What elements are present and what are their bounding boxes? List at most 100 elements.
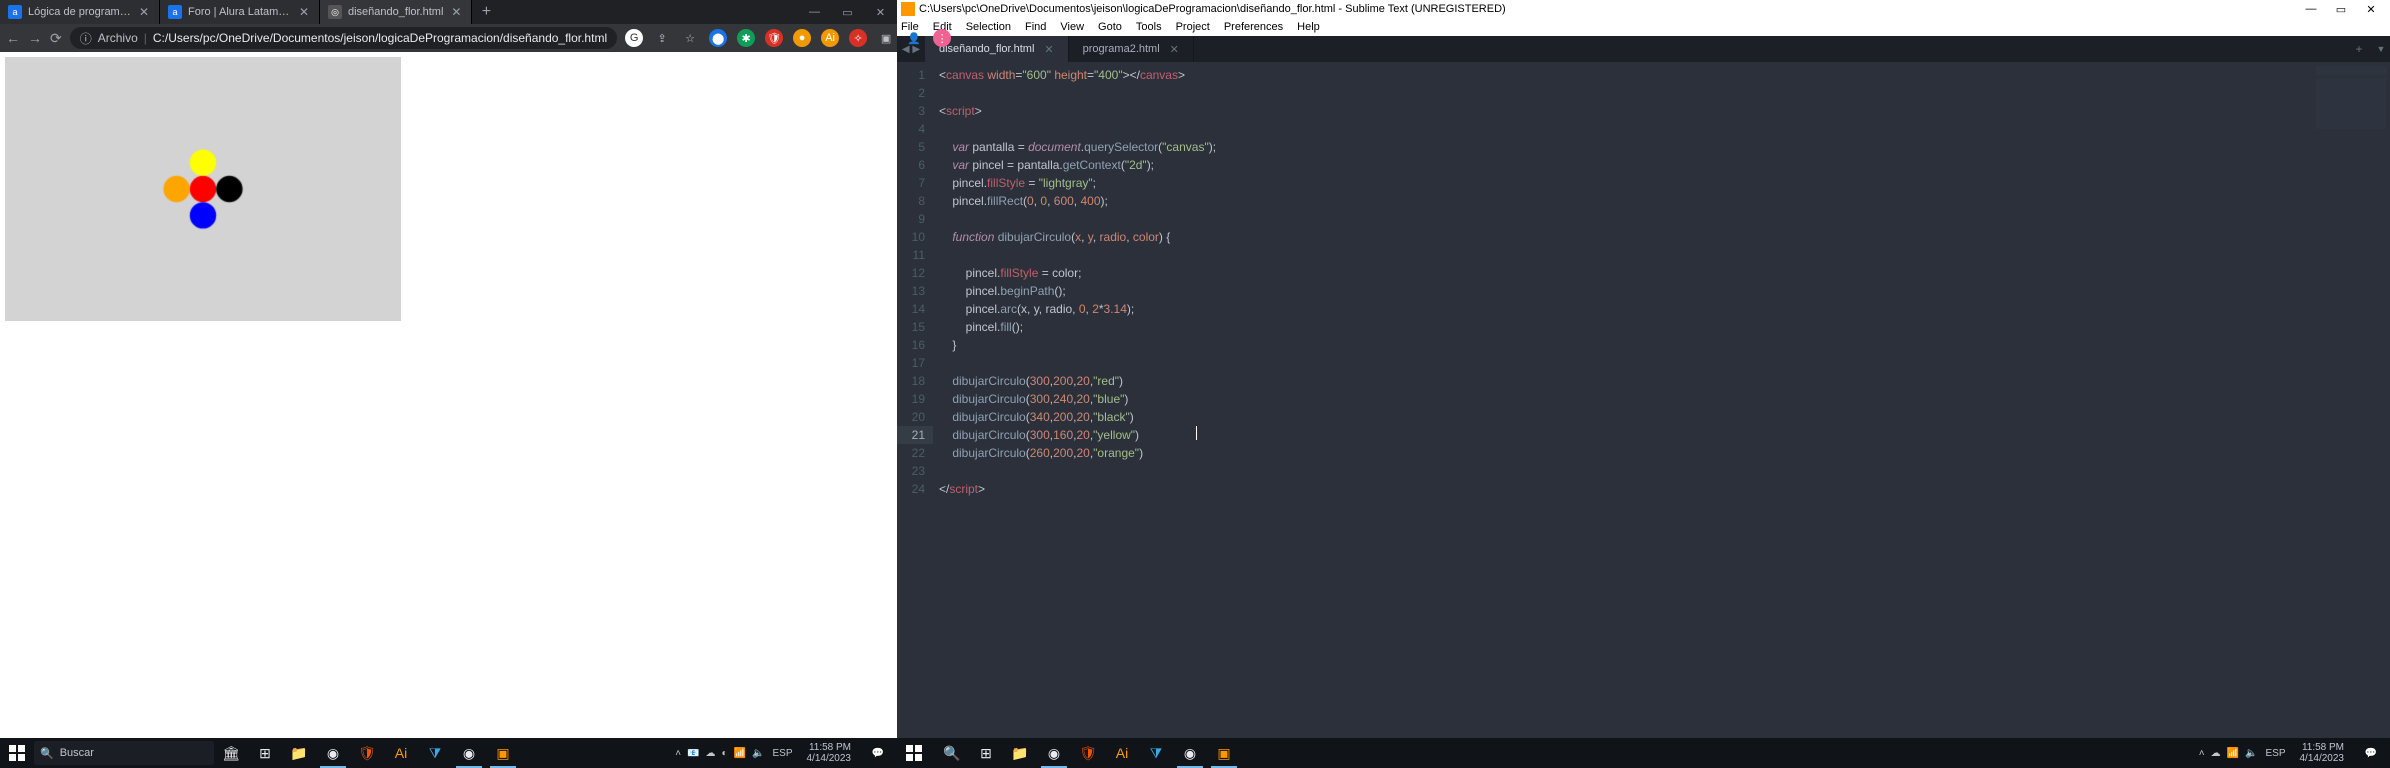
sublime-editor[interactable]: 123456789101112131415161718192021222324 … bbox=[897, 62, 2390, 750]
toolbar-icon[interactable]: Ai bbox=[821, 29, 839, 47]
line-number[interactable]: 16 bbox=[897, 336, 925, 354]
code-line[interactable]: dibujarCirculo(300,160,20,"yellow") bbox=[939, 426, 2390, 444]
tray-icon[interactable]: 🔈 bbox=[2245, 748, 2257, 759]
toolbar-icon[interactable]: G bbox=[625, 29, 643, 47]
menu-item-project[interactable]: Project bbox=[1176, 21, 1210, 33]
line-number[interactable]: 11 bbox=[897, 246, 925, 264]
tray-clock[interactable]: 11:58 PM 4/14/2023 bbox=[801, 742, 858, 764]
toolbar-icon[interactable]: ☆ bbox=[681, 29, 699, 47]
menu-item-find[interactable]: Find bbox=[1025, 21, 1046, 33]
line-gutter[interactable]: 123456789101112131415161718192021222324 bbox=[897, 62, 933, 750]
code-line[interactable]: var pantalla = document.querySelector("c… bbox=[939, 138, 2390, 156]
start-button[interactable] bbox=[897, 738, 931, 768]
toolbar-icon[interactable]: ⇪ bbox=[653, 29, 671, 47]
line-number[interactable]: 17 bbox=[897, 354, 925, 372]
taskbar-app-brave[interactable]: 🛡 bbox=[1071, 738, 1105, 768]
toolbar-icon[interactable]: ✧ bbox=[849, 29, 867, 47]
editor-tab[interactable]: programa2.html✕ bbox=[1069, 36, 1194, 62]
code-line[interactable]: pincel.fillStyle = "lightgray"; bbox=[939, 174, 2390, 192]
code-line[interactable]: pincel.arc(x, y, radio, 0, 2*3.14); bbox=[939, 300, 2390, 318]
toolbar-icon[interactable]: 👤 bbox=[905, 29, 923, 47]
taskbar-app-chrome[interactable]: ◉ bbox=[1037, 738, 1071, 768]
taskbar-search[interactable]: 🔍 Buscar bbox=[34, 741, 214, 765]
taskbar-app-chrome-2[interactable]: ◉ bbox=[1173, 738, 1207, 768]
code-line[interactable] bbox=[939, 354, 2390, 372]
menu-item-help[interactable]: Help bbox=[1297, 21, 1320, 33]
line-number[interactable]: 1 bbox=[897, 66, 925, 84]
code-line[interactable] bbox=[939, 462, 2390, 480]
tray-icon[interactable]: 📶 bbox=[734, 748, 746, 759]
taskbar-search-icon[interactable]: 🔍 bbox=[935, 738, 969, 768]
line-number[interactable]: 23 bbox=[897, 462, 925, 480]
tab-close-icon[interactable]: ✕ bbox=[137, 5, 151, 19]
toolbar-icon[interactable]: ✱ bbox=[737, 29, 755, 47]
menu-item-view[interactable]: View bbox=[1060, 21, 1084, 33]
code-line[interactable] bbox=[939, 120, 2390, 138]
code-line[interactable]: dibujarCirculo(340,200,20,"black") bbox=[939, 408, 2390, 426]
tray-icon[interactable]: ☁ bbox=[2211, 748, 2221, 759]
editor-tab-close-icon[interactable]: ✕ bbox=[1170, 43, 1179, 56]
code-line[interactable]: </script> bbox=[939, 480, 2390, 498]
toolbar-icon[interactable]: ▣ bbox=[877, 29, 895, 47]
line-number[interactable]: 14 bbox=[897, 300, 925, 318]
chrome-tab[interactable]: ◎ diseñando_flor.html ✕ bbox=[320, 0, 472, 24]
line-number[interactable]: 15 bbox=[897, 318, 925, 336]
taskbar-app-sublime[interactable]: ▣ bbox=[486, 738, 520, 768]
code-line[interactable] bbox=[939, 210, 2390, 228]
chrome-maximize-button[interactable]: ▭ bbox=[831, 0, 864, 24]
chrome-tab[interactable]: a Lógica de programación: Practic ✕ bbox=[0, 0, 160, 24]
tab-close-icon[interactable]: ✕ bbox=[297, 5, 311, 19]
sublime-close-button[interactable]: ✕ bbox=[2356, 3, 2386, 16]
address-bar[interactable]: ⓘ Archivo | C:/Users/pc/OneDrive/Documen… bbox=[70, 27, 617, 49]
code-line[interactable]: pincel.fill(); bbox=[939, 318, 2390, 336]
taskbar-app-chrome-2[interactable]: ◉ bbox=[452, 738, 486, 768]
tray-icon[interactable]: 🔈 bbox=[752, 748, 764, 759]
taskbar-app-task-view[interactable]: ⊞ bbox=[248, 738, 282, 768]
tray-lang[interactable]: ESP bbox=[772, 748, 792, 759]
line-number[interactable]: 5 bbox=[897, 138, 925, 156]
menu-item-tools[interactable]: Tools bbox=[1136, 21, 1162, 33]
tray-notifications[interactable]: 💬 bbox=[865, 748, 891, 759]
toolbar-icon[interactable]: ● bbox=[793, 29, 811, 47]
line-number[interactable]: 6 bbox=[897, 156, 925, 174]
line-number[interactable]: 18 bbox=[897, 372, 925, 390]
code-line[interactable]: } bbox=[939, 336, 2390, 354]
taskbar-app-sublime[interactable]: ▣ bbox=[1207, 738, 1241, 768]
code-line[interactable]: var pincel = pantalla.getContext("2d"); bbox=[939, 156, 2390, 174]
sublime-tab-dropdown[interactable]: ▼ bbox=[2372, 36, 2390, 62]
sublime-titlebar[interactable]: C:\Users\pc\OneDrive\Documentos\jeison\l… bbox=[897, 0, 2390, 18]
tray-icon[interactable]: ˄ bbox=[2199, 748, 2205, 759]
menu-item-goto[interactable]: Goto bbox=[1098, 21, 1122, 33]
tray-lang[interactable]: ESP bbox=[2265, 748, 2285, 759]
sublime-minimize-button[interactable]: — bbox=[2296, 3, 2326, 16]
taskbar-app-chrome[interactable]: ◉ bbox=[316, 738, 350, 768]
taskbar-app-illustrator[interactable]: Ai bbox=[384, 738, 418, 768]
chrome-close-button[interactable]: ✕ bbox=[864, 0, 897, 24]
line-number[interactable]: 24 bbox=[897, 480, 925, 498]
code-line[interactable]: <canvas width="600" height="400"></canva… bbox=[939, 66, 2390, 84]
line-number[interactable]: 13 bbox=[897, 282, 925, 300]
line-number[interactable]: 10 bbox=[897, 228, 925, 246]
chrome-new-tab-button[interactable]: + bbox=[472, 0, 500, 24]
editor-tab-close-icon[interactable]: ✕ bbox=[1044, 43, 1053, 56]
taskbar-app-weather[interactable]: 🏛 bbox=[214, 738, 248, 768]
taskbar-app-brave[interactable]: 🛡 bbox=[350, 738, 384, 768]
code-line[interactable]: dibujarCirculo(300,200,20,"red") bbox=[939, 372, 2390, 390]
taskbar-app-task-view[interactable]: ⊞ bbox=[969, 738, 1003, 768]
tray-notifications[interactable]: 💬 bbox=[2358, 748, 2384, 759]
line-number[interactable]: 19 bbox=[897, 390, 925, 408]
sublime-maximize-button[interactable]: ▭ bbox=[2326, 3, 2356, 16]
start-button[interactable] bbox=[0, 738, 34, 768]
chrome-minimize-button[interactable]: — bbox=[798, 0, 831, 24]
line-number[interactable]: 3 bbox=[897, 102, 925, 120]
back-button[interactable]: ← bbox=[6, 30, 20, 46]
taskbar-app-file-explorer[interactable]: 📁 bbox=[1003, 738, 1037, 768]
toolbar-icon[interactable]: 🛡 bbox=[765, 29, 783, 47]
line-number[interactable]: 4 bbox=[897, 120, 925, 138]
reload-button[interactable]: ⟳ bbox=[50, 30, 62, 47]
code-line[interactable]: dibujarCirculo(300,240,20,"blue") bbox=[939, 390, 2390, 408]
minimap[interactable] bbox=[2316, 66, 2386, 156]
line-number[interactable]: 20 bbox=[897, 408, 925, 426]
tray-icon[interactable]: 📧 bbox=[687, 748, 699, 759]
toolbar-icon[interactable]: ⋮ bbox=[933, 29, 951, 47]
